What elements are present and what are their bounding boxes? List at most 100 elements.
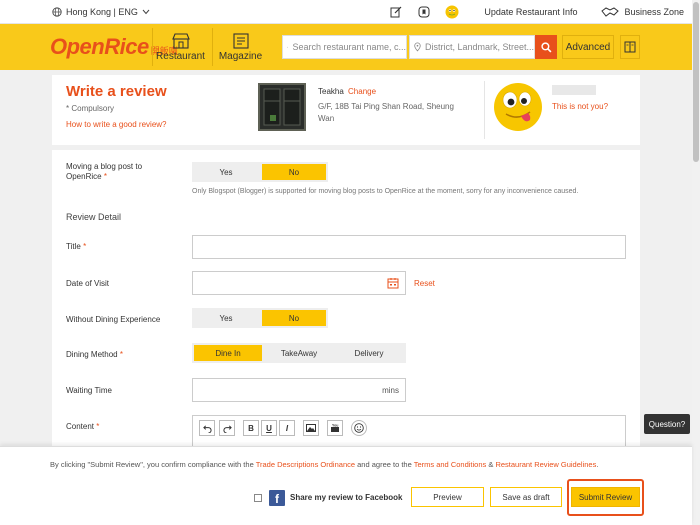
nav-restaurant-label: Restaurant [156, 50, 205, 62]
emoji-avatar-icon[interactable] [444, 4, 460, 20]
svg-text:You: You [332, 424, 338, 428]
username-placeholder [552, 85, 596, 95]
review-form: Moving a blog post to OpenRice * Yes No … [52, 150, 640, 450]
reset-date-link[interactable]: Reset [414, 279, 435, 288]
blog-yes-option[interactable]: Yes [192, 162, 260, 182]
search-button[interactable] [535, 35, 557, 59]
how-to-write-link[interactable]: How to write a good review? [66, 120, 167, 129]
review-intro-card: Write a review * Compulsory How to write… [52, 75, 640, 145]
main-header: OpenRice 開飯喇 Restaurant Magazine Search … [0, 24, 692, 70]
preview-button[interactable]: Preview [411, 487, 484, 507]
date-of-visit-input[interactable] [192, 271, 406, 295]
restaurant-address: G/F, 18B Tai Ping Shan Road, Sheung Wan [318, 102, 454, 123]
terms-text: . [596, 460, 599, 469]
content-label: Content * [66, 422, 99, 432]
without-dining-label: Without Dining Experience [66, 315, 161, 324]
search-restaurant-placeholder: Search restaurant name, c... [292, 42, 406, 52]
dining-method-toggle: Dine In TakeAway Delivery [192, 343, 406, 363]
tongue-emoji-icon [494, 83, 542, 131]
search-district-placeholder: District, Landmark, Street... [424, 42, 534, 52]
facebook-icon: f [269, 490, 285, 506]
change-restaurant-link[interactable]: Change [348, 87, 376, 96]
dine-in-option[interactable]: Dine In [194, 345, 262, 361]
search-restaurant-input[interactable]: Search restaurant name, c... [282, 35, 407, 59]
nav-magazine[interactable]: Magazine [212, 28, 268, 66]
emoji-icon[interactable] [351, 420, 367, 436]
edit-icon[interactable] [388, 4, 404, 20]
waiting-time-input[interactable]: mins [192, 378, 406, 402]
terms-text: By clicking "Submit Review", you confirm… [50, 460, 256, 469]
calendar-icon[interactable] [387, 277, 399, 291]
undo-icon[interactable] [199, 420, 215, 436]
share-facebook-checkbox[interactable] [254, 494, 262, 502]
bold-icon[interactable]: B [243, 420, 259, 436]
nav-restaurant[interactable]: Restaurant [152, 28, 208, 66]
save-draft-button[interactable]: Save as draft [490, 487, 562, 507]
location-pin-icon [414, 42, 421, 52]
without-yes-option[interactable]: Yes [192, 308, 260, 328]
magazine-icon [232, 32, 249, 49]
advanced-search-button[interactable]: Advanced [562, 35, 614, 59]
search-icon [287, 46, 289, 48]
bookmark-icon[interactable] [416, 4, 432, 20]
business-zone-link[interactable]: Business Zone [601, 7, 684, 17]
without-dining-toggle: Yes No [192, 308, 328, 328]
top-bar: Hong Kong | ENG Update Restaurant Info B… [0, 0, 692, 24]
compulsory-note: * Compulsory [66, 104, 115, 113]
required-mark: * [119, 350, 123, 359]
region-label: Hong Kong | ENG [66, 6, 138, 17]
blog-note: Only Blogspot (Blogger) is supported for… [192, 188, 579, 195]
blog-post-toggle: Yes No [192, 162, 328, 182]
title-label: Title * [66, 242, 86, 252]
update-restaurant-link[interactable]: Update Restaurant Info [484, 7, 577, 17]
required-mark: * [96, 422, 100, 431]
business-zone-label: Business Zone [624, 6, 684, 17]
required-mark: * [103, 172, 107, 181]
trade-descriptions-link[interactable]: Trade Descriptions Ordinance [256, 460, 355, 469]
italic-icon[interactable]: I [279, 420, 295, 436]
question-tab[interactable]: Question? [644, 414, 690, 434]
logo-main-text: OpenRice [50, 34, 149, 59]
without-no-option[interactable]: No [262, 310, 326, 326]
terms-notice: By clicking "Submit Review", you confirm… [50, 460, 598, 469]
review-detail-heading: Review Detail [66, 212, 122, 222]
page-title: Write a review [66, 83, 167, 100]
region-selector[interactable]: Hong Kong | ENG [52, 7, 150, 17]
restaurant-photo[interactable] [258, 83, 306, 131]
waiting-time-label: Waiting Time [66, 386, 112, 395]
terms-text: and agree to the [355, 460, 414, 469]
title-label-text: Title [66, 242, 81, 251]
share-facebook-label[interactable]: Share my review to Facebook [290, 493, 403, 502]
terms-conditions-link[interactable]: Terms and Conditions [414, 460, 487, 469]
search-district-input[interactable]: District, Landmark, Street... [409, 35, 535, 59]
nav-magazine-label: Magazine [218, 50, 263, 62]
handshake-icon [601, 6, 620, 17]
content-editor[interactable]: B U I You [192, 415, 626, 450]
book-icon-button[interactable] [620, 35, 640, 59]
globe-icon [52, 6, 62, 17]
delivery-option[interactable]: Delivery [334, 343, 404, 363]
scrollbar-thumb[interactable] [693, 2, 699, 162]
image-icon[interactable] [303, 420, 319, 436]
book-icon [624, 41, 636, 53]
takeaway-option[interactable]: TakeAway [264, 343, 334, 363]
title-input[interactable] [192, 235, 626, 259]
blog-no-option[interactable]: No [262, 164, 326, 180]
not-you-link[interactable]: This is not you? [552, 102, 608, 111]
restaurant-name-row: Teakha Change [318, 87, 376, 96]
chevron-down-icon [142, 9, 150, 14]
shop-icon [171, 32, 190, 49]
submit-review-button[interactable]: Submit Review [571, 487, 640, 507]
dining-method-label: Dining Method * [66, 350, 123, 360]
search-icon [540, 41, 551, 52]
blog-post-label: Moving a blog post to OpenRice * [66, 162, 176, 182]
redo-icon[interactable] [219, 420, 235, 436]
youtube-icon[interactable]: You [327, 420, 343, 436]
submit-footer: By clicking "Submit Review", you confirm… [0, 446, 692, 525]
required-mark: * [83, 242, 87, 251]
review-guidelines-link[interactable]: Restaurant Review Guidelines [495, 460, 596, 469]
underline-icon[interactable]: U [261, 420, 277, 436]
user-avatar [492, 81, 544, 133]
waiting-unit: mins [382, 386, 399, 395]
dining-method-label-text: Dining Method [66, 350, 118, 359]
